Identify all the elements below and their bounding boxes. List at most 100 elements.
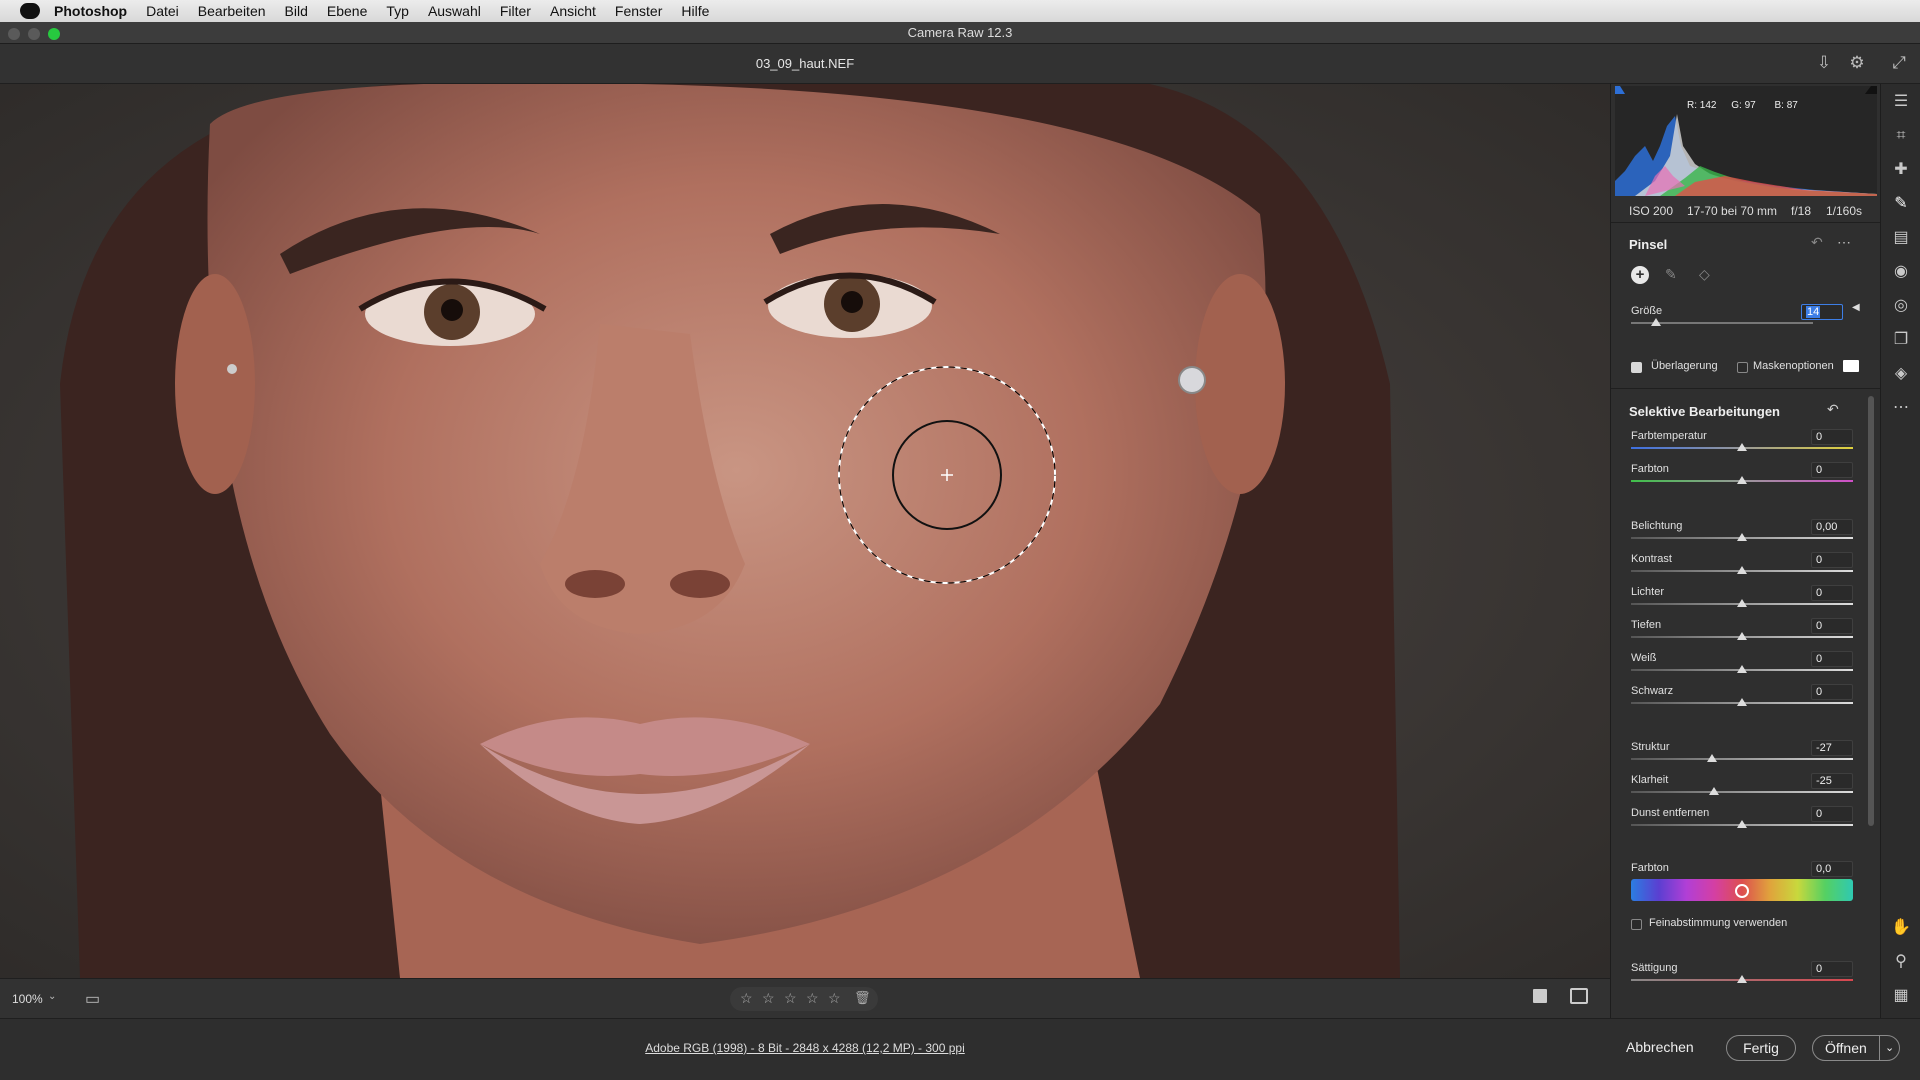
finetune-label: Feinabstimmung verwenden xyxy=(1649,917,1788,929)
adjustment-slider-track[interactable] xyxy=(1631,791,1853,793)
menu-item-ansicht[interactable]: Ansicht xyxy=(550,3,596,19)
minimize-window-button[interactable] xyxy=(28,28,40,40)
adjustment-value-input[interactable]: 0 xyxy=(1811,429,1853,445)
gradient-filter-icon[interactable]: ▤ xyxy=(1891,228,1911,248)
menu-item-bild[interactable]: Bild xyxy=(285,3,308,19)
star-icon[interactable]: ☆ xyxy=(740,990,753,1007)
star-icon[interactable]: ☆ xyxy=(762,990,775,1007)
adjustment-value-input[interactable]: 0 xyxy=(1811,651,1853,667)
hue-slider-thumb[interactable] xyxy=(1735,884,1749,898)
red-eye-icon[interactable]: ◎ xyxy=(1891,296,1911,316)
adjustment-value-input[interactable]: 0 xyxy=(1811,552,1853,568)
menu-item-datei[interactable]: Datei xyxy=(146,3,179,19)
adjustment-value-input[interactable]: 0 xyxy=(1811,585,1853,601)
cancel-button[interactable]: Abbrechen xyxy=(1626,1039,1694,1055)
save-image-icon[interactable]: ⇩ xyxy=(1815,54,1833,72)
adjustment-label: Tiefen xyxy=(1631,619,1662,631)
size-expand-icon[interactable]: ◀ xyxy=(1852,302,1860,313)
adjustment-value-input[interactable]: 0 xyxy=(1811,684,1853,700)
adjustment-value-input[interactable]: 0,00 xyxy=(1811,519,1853,535)
close-window-button[interactable] xyxy=(8,28,20,40)
adjustment-slider-thumb[interactable] xyxy=(1737,566,1747,574)
size-slider-thumb[interactable] xyxy=(1651,318,1662,326)
zoom-level[interactable]: 100% xyxy=(12,992,43,1006)
mask-color-swatch[interactable] xyxy=(1843,360,1859,372)
star-icon[interactable]: ☆ xyxy=(784,990,797,1007)
star-icon[interactable]: ☆ xyxy=(828,990,841,1007)
brush-icon[interactable]: ✎ xyxy=(1665,266,1677,283)
done-button[interactable]: Fertig xyxy=(1726,1035,1796,1061)
saturation-input[interactable]: 0 xyxy=(1811,961,1853,977)
presets-icon[interactable]: ◈ xyxy=(1891,364,1911,384)
grid-icon[interactable]: ▦ xyxy=(1891,986,1911,1006)
before-after-icon[interactable] xyxy=(1570,988,1588,1004)
adjustment-slider-thumb[interactable] xyxy=(1737,443,1747,451)
healing-icon[interactable]: ✚ xyxy=(1891,160,1911,180)
reset-brush-icon[interactable]: ↶ xyxy=(1811,234,1823,251)
window-title: Camera Raw 12.3 xyxy=(907,25,1013,40)
single-view-icon[interactable] xyxy=(1533,989,1547,1003)
adjustment-brush-icon[interactable]: ✎ xyxy=(1891,194,1911,214)
lens-value: 17-70 bei 70 mm xyxy=(1687,204,1778,218)
add-brush-icon[interactable]: + xyxy=(1631,266,1649,284)
sliders-icon[interactable]: ☰ xyxy=(1891,92,1911,112)
crop-icon[interactable]: ⌗ xyxy=(1891,126,1911,146)
size-input[interactable]: 14 xyxy=(1801,304,1843,320)
adjustment-value: 0,00 xyxy=(1816,521,1838,533)
adjustment-slider-thumb[interactable] xyxy=(1737,820,1747,828)
adjustment-slider-thumb[interactable] xyxy=(1737,698,1747,706)
trash-icon[interactable]: 🗑 xyxy=(854,990,871,1006)
apple-icon[interactable] xyxy=(20,3,40,19)
adjustment-slider-thumb[interactable] xyxy=(1707,754,1718,762)
adjustment-slider-thumb[interactable] xyxy=(1709,787,1720,795)
panel-scrollbar[interactable] xyxy=(1868,396,1874,826)
workflow-options-link[interactable]: Adobe RGB (1998) - 8 Bit - 2848 x 4288 (… xyxy=(0,1041,1610,1055)
adjustment-value-input[interactable]: 0 xyxy=(1811,806,1853,822)
menu-app-name[interactable]: Photoshop xyxy=(54,3,127,19)
radial-filter-icon[interactable]: ◉ xyxy=(1891,262,1911,282)
adjustment-slider-thumb[interactable] xyxy=(1737,599,1747,607)
menu-item-hilfe[interactable]: Hilfe xyxy=(681,3,709,19)
adjustment-slider-track[interactable] xyxy=(1631,758,1853,760)
hue-input[interactable]: 0,0 xyxy=(1811,861,1853,877)
menu-item-bearbeiten[interactable]: Bearbeiten xyxy=(198,3,266,19)
eraser-icon[interactable]: ◇ xyxy=(1699,266,1710,283)
adjustment-value-input[interactable]: 0 xyxy=(1811,618,1853,634)
adjustment-slider-thumb[interactable] xyxy=(1737,476,1747,484)
overlay-checkbox[interactable] xyxy=(1631,362,1642,373)
menu-item-ebene[interactable]: Ebene xyxy=(327,3,367,19)
hand-icon[interactable]: ✋ xyxy=(1891,918,1911,938)
menu-item-auswahl[interactable]: Auswahl xyxy=(428,3,481,19)
finetune-checkbox[interactable] xyxy=(1631,919,1642,930)
hue-value: 0,0 xyxy=(1816,863,1832,875)
star-icon[interactable]: ☆ xyxy=(806,990,819,1007)
reset-adjustments-icon[interactable]: ↶ xyxy=(1827,401,1839,418)
fullscreen-icon[interactable]: ⤢ xyxy=(1890,54,1908,72)
open-button[interactable]: Öffnen xyxy=(1825,1036,1867,1060)
more-options-icon[interactable]: ⋯ xyxy=(1837,234,1851,251)
menu-item-fenster[interactable]: Fenster xyxy=(615,3,662,19)
menu-item-typ[interactable]: Typ xyxy=(386,3,409,19)
adjustment-slider-thumb[interactable] xyxy=(1737,632,1747,640)
menu-item-filter[interactable]: Filter xyxy=(500,3,531,19)
adjustment-value-input[interactable]: -25 xyxy=(1811,773,1853,789)
zoom-window-button[interactable] xyxy=(48,28,60,40)
more-tools-icon[interactable]: ⋯ xyxy=(1891,398,1911,418)
adjustment-row: Belichtung 0,00 xyxy=(1631,519,1853,553)
eyedropper-icon[interactable]: ⚲ xyxy=(1891,952,1911,972)
filmstrip-icon[interactable]: ▭ xyxy=(85,989,100,1009)
window-titlebar: Camera Raw 12.3 xyxy=(0,22,1920,44)
adjustment-value-input[interactable]: -27 xyxy=(1811,740,1853,756)
open-dropdown-icon[interactable]: ⌄ xyxy=(1879,1036,1894,1060)
gear-icon[interactable]: ⚙ xyxy=(1848,54,1866,72)
adjustment-slider-thumb[interactable] xyxy=(1737,665,1747,673)
size-value: 14 xyxy=(1806,306,1821,318)
adjustment-value-input[interactable]: 0 xyxy=(1811,462,1853,478)
snapshots-icon[interactable]: ❐ xyxy=(1891,330,1911,350)
adjustment-row: Tiefen 0 xyxy=(1631,618,1853,652)
adjustment-slider-thumb[interactable] xyxy=(1737,533,1747,541)
zoom-dropdown-icon[interactable]: ⌄ xyxy=(48,991,56,1002)
mask-options-checkbox[interactable] xyxy=(1737,362,1748,373)
saturation-slider-thumb[interactable] xyxy=(1737,975,1747,983)
image-canvas[interactable] xyxy=(0,84,1610,978)
